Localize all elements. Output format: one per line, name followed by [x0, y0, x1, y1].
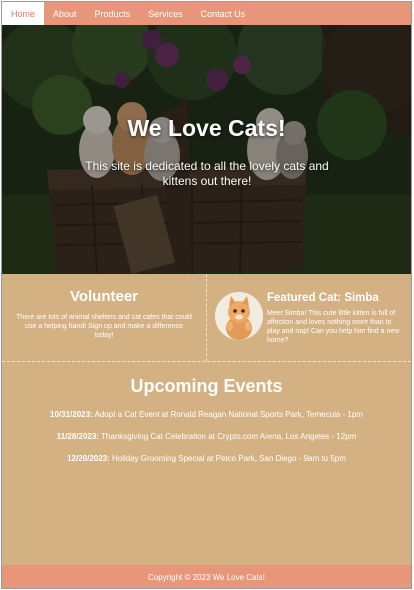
events-heading: Upcoming Events — [130, 376, 283, 396]
top-nav: Home About Products Services Contact Us — [2, 2, 411, 25]
featured-cat-heading: Featured Cat: Simba — [267, 292, 379, 304]
nav-about[interactable]: About — [44, 2, 86, 25]
kitten-image — [215, 292, 263, 340]
event-date: 10/31/2023: — [50, 410, 93, 419]
page-frame: Home About Products Services Contact Us — [1, 1, 412, 589]
featured-cat-section: Featured Cat: Simba Meet Simba! This cut… — [207, 274, 411, 361]
volunteer-section: Volunteer There are lots of animal shelt… — [2, 274, 207, 361]
info-columns: Volunteer There are lots of animal shelt… — [2, 274, 411, 362]
nav-services[interactable]: Services — [139, 2, 192, 25]
hero-section: We Love Cats! This site is dedicated to … — [2, 25, 411, 274]
featured-cat-text: Meet Simba! This cute little kitten is f… — [267, 310, 400, 344]
footer: Copyright © 2023 We Love Cats! — [2, 565, 411, 588]
event-date: 11/28/2023: — [56, 432, 99, 441]
volunteer-heading: Volunteer — [69, 288, 139, 305]
events-section: Upcoming Events 10/31/2023: Adopt a Cat … — [2, 363, 411, 565]
event-item: 10/31/2023: Adopt a Cat Event at Ronald … — [2, 410, 411, 420]
hero-title: We Love Cats! — [127, 115, 286, 141]
event-description: Holiday Grooming Special at Petco Park, … — [109, 454, 346, 463]
volunteer-text: There are lots of animal shelters and ca… — [16, 314, 192, 339]
nav-contact-us[interactable]: Contact Us — [192, 2, 255, 25]
event-item: 12/20/2023: Holiday Grooming Special at … — [2, 454, 411, 464]
footer-copyright: Copyright © 2023 We Love Cats! — [148, 573, 265, 582]
nav-products[interactable]: Products — [86, 2, 140, 25]
nav-home[interactable]: Home — [2, 2, 45, 25]
event-description: Adopt a Cat Event at Ronald Reagan Natio… — [92, 410, 363, 419]
event-item: 11/28/2023: Thanksgiving Cat Celebration… — [2, 432, 411, 442]
featured-cat-text-block: Featured Cat: Simba Meet Simba! This cut… — [267, 292, 405, 361]
event-description: Thanksgiving Cat Celebration at Crypto.c… — [98, 432, 357, 441]
featured-cat-photo — [215, 292, 263, 340]
hero-subtitle: This site is dedicated to all the lovely… — [85, 159, 329, 188]
event-date: 12/20/2023: — [67, 454, 110, 463]
hero-overlay — [2, 25, 411, 274]
